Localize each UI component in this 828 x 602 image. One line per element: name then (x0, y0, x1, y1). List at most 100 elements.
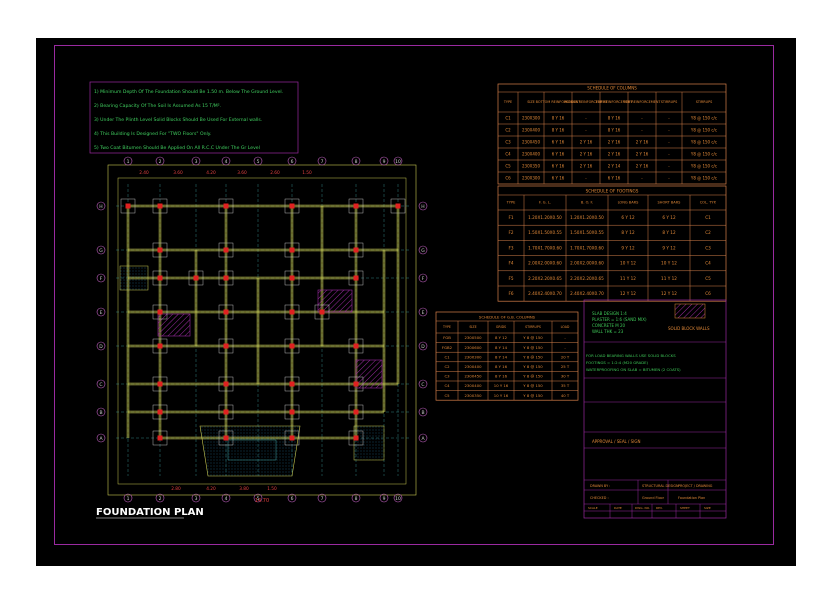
table-cell: C2 (444, 364, 450, 369)
table-cell: F2 (508, 230, 513, 235)
table-cell: 10 Y 12 (620, 261, 636, 266)
table-cell: 1.70X1.70X0.60 (528, 245, 562, 250)
table-cell: 1.50X1.50X0.55 (528, 230, 562, 235)
column (289, 435, 295, 441)
tb-size: SIZE (704, 506, 711, 510)
dimension-bottom: 2.80 (171, 486, 181, 492)
note-2: 2) Bearing Capacity Of The Soil Is Assum… (94, 103, 221, 109)
table-cell: 230X300 (522, 115, 540, 120)
grid-bubble-top-label: 7 (321, 159, 324, 165)
table-cell: C5 (705, 276, 711, 281)
table-cell: C2 (705, 230, 711, 235)
table-header: LONG BARS (618, 201, 640, 205)
column (353, 343, 359, 349)
table-cell: - (641, 115, 643, 120)
column (353, 409, 359, 415)
table-cell: 9 Y 12 (621, 245, 635, 250)
dimension-top: 3.60 (173, 170, 183, 176)
grid-bubble-bottom-label: 6 (291, 496, 294, 502)
dimension-bottom: 14.70 (255, 498, 269, 504)
slab-note-4: WALL THK = 23 (592, 329, 624, 334)
column (353, 247, 359, 253)
grid-bubble-right-label: F (422, 276, 425, 282)
table-cell: Y 8 @ 150 (523, 335, 543, 340)
table-cell: 6 Y 12 (662, 215, 676, 220)
tb-sheet-name: Foundation Plan (678, 496, 705, 500)
drawing: 1) Minimum Depth Of The Foundation Shoul… (89, 81, 727, 519)
table-cell: 230X400 (522, 151, 540, 156)
grid-bubble-bottom-label: 10 (395, 496, 401, 502)
table-cell: 2.40X2.40X0.70 (570, 291, 604, 296)
column (223, 409, 229, 415)
slab-note-2: PLASTER = 1:6 (SAND MIX) (592, 317, 647, 322)
table-cell: 6 Y 16 (608, 175, 621, 180)
table-cell: C3 (444, 374, 450, 379)
grid-bubble-bottom-label: 2 (159, 496, 162, 502)
table-header: B. O. F. (581, 201, 593, 205)
grid-bubble-top-label: 8 (355, 159, 358, 165)
title-block: SLAB DESIGN 1:4 PLASTER = 1:6 (SAND MIX)… (583, 299, 727, 519)
beam-schedule-table: SCHEDULE OF G.B. COLUMNS TYPE SIZE GRIDS STI… (435, 311, 579, 401)
table-cell: 11 Y 12 (661, 276, 677, 281)
table-cell: 2 Y 16 (580, 139, 593, 144)
hatched-areas (157, 289, 383, 389)
column (157, 343, 163, 349)
table-title: SCHEDULE OF FOOTINGS (586, 189, 639, 194)
table-cell: 20 T (561, 354, 570, 359)
table-cell: 2.20X2.20X0.65 (570, 276, 604, 281)
table-cell: 2.00X2.00X0.60 (570, 261, 604, 266)
table-cell: 8 Y 16 (608, 127, 621, 132)
table-header: F. G. L. (539, 201, 551, 205)
column (353, 203, 359, 209)
table-cell: 35 T (561, 383, 570, 388)
table-cell: F1 (508, 215, 513, 220)
grid-bubble-left-label: H (99, 204, 102, 210)
table-cell: - (668, 163, 670, 168)
table-border (497, 185, 727, 302)
table-cell: 40 T (561, 393, 570, 398)
table-cell: 2 Y 14 (608, 163, 621, 168)
dimension-bottom: 1.50 (267, 486, 277, 492)
approval-label: APPROVAL / SEAL / SIGN (592, 439, 641, 444)
table-header: TYPE (442, 325, 451, 329)
tb-dwg-no: DWG. NO. (635, 506, 650, 510)
grid-bubble-right-label: D (421, 344, 425, 350)
dimension-bottom: 3.80 (239, 486, 249, 492)
table-cell: 2.20X2.20X0.65 (528, 276, 562, 281)
table-cell: 8 Y 12 (495, 335, 508, 340)
column (157, 381, 163, 387)
grid-bubble-top-label: 6 (291, 159, 294, 165)
table-cell: - (668, 151, 670, 156)
table-header: TYPE (506, 201, 517, 205)
grid-bubble-top-label: 5 (257, 159, 260, 165)
table-cell: C1 (444, 354, 450, 359)
table-cell: Y 8 @ 150 (523, 364, 543, 369)
note-1: 1) Minimum Depth Of The Foundation Shoul… (94, 89, 283, 95)
grid-bubble-top-label: 2 (159, 159, 162, 165)
column (353, 275, 359, 281)
column (157, 275, 163, 281)
table-cell: Y8 @ 150 c/c (690, 127, 717, 132)
table-cell: 2 Y 16 (608, 151, 621, 156)
table-cell: 2.40X2.40X0.70 (528, 291, 562, 296)
table-cell: 25 T (561, 364, 570, 369)
column (157, 409, 163, 415)
table-cell: 8 Y 16 (552, 127, 565, 132)
table-cell: Y 8 @ 150 (523, 354, 543, 359)
column (289, 343, 295, 349)
table-cell: - (668, 175, 670, 180)
tb-sheet: SHEET (680, 506, 690, 510)
table-cell: C4 (444, 383, 450, 388)
grid-bubble-right-label: G (421, 248, 425, 254)
grid-bubble-bottom-label: 3 (195, 496, 198, 502)
table-cell: - (668, 127, 670, 132)
table-cell: F6 (508, 291, 513, 296)
column (223, 247, 229, 253)
grid-bubble-left-label: G (99, 248, 103, 254)
table-cell: 6 Y 12 (621, 215, 635, 220)
footing-schedule-table: SCHEDULE OF FOOTINGS TYPE F. G. L. B. O. F.… (497, 185, 727, 302)
table-cell: 1.20X1.20X0.50 (570, 215, 604, 220)
table-cell: C4 (505, 151, 511, 156)
table-cell: 8 Y 12 (662, 230, 676, 235)
column (223, 343, 229, 349)
